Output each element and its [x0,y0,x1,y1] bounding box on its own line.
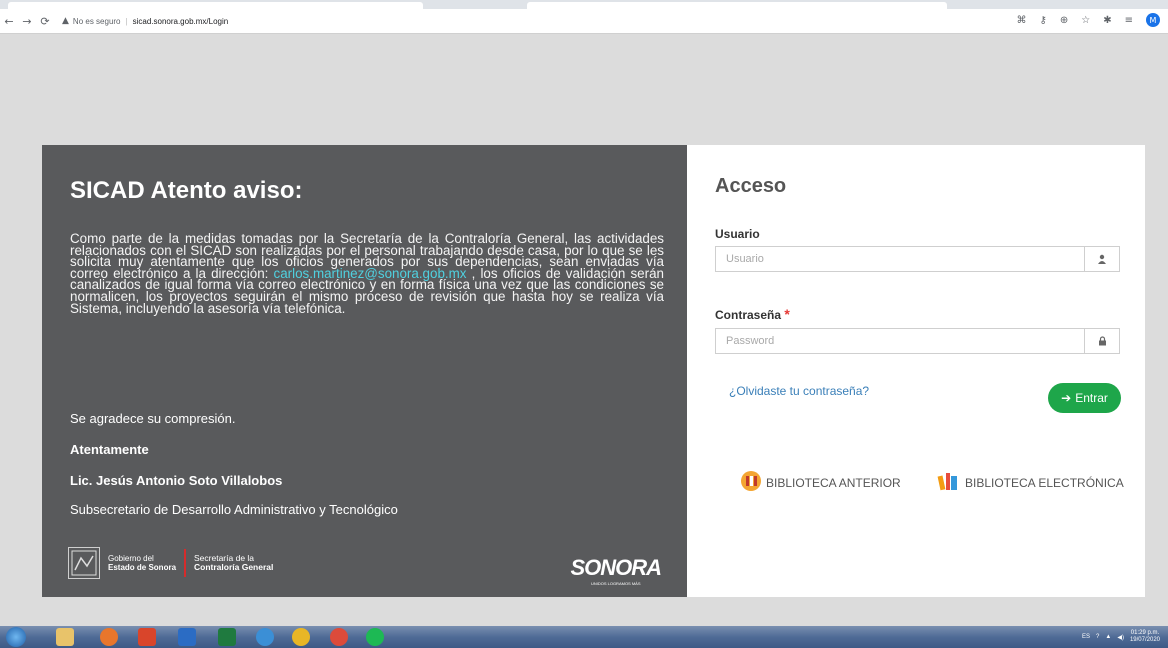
sonora-logo: SONORA UNIDOS LOGRAMOS MÁS [570,555,662,586]
entrar-button[interactable]: ➔ Entrar [1048,383,1121,413]
notice-thanks: Se agradece su compresión. [70,411,236,426]
excel-icon[interactable] [218,628,236,646]
notice-body: Como parte de la medidas tomadas por la … [70,232,664,315]
sonora-wordmark: SONORA [570,555,662,580]
forgot-password-link[interactable]: ¿Olvidaste tu contraseña? [729,384,869,398]
volume-icon[interactable]: ◀) [1117,634,1124,641]
login-title: Acceso [715,175,787,197]
clock[interactable]: 01:29 p.m. 19/07/2020 [1130,630,1160,644]
chrome-icon[interactable] [292,628,310,646]
user-label: Usuario [715,227,760,241]
user-icon [1084,247,1119,271]
password-label: Contraseña * [715,306,790,322]
e-library-icon [937,470,961,495]
toolbar-icons: ⌘ ⚷ ⊕ ☆ ✱ ≡ M [1017,13,1160,27]
url-text: sicad.sonora.gob.mx/Login [132,16,229,26]
start-button[interactable] [6,627,26,647]
government-logo: Gobierno del Estado de Sonora Secretaría… [68,547,273,579]
explorer-icon[interactable] [56,628,74,646]
warning-icon: ▲ [62,16,69,26]
browser-tab-strip [0,0,1168,9]
library-icon [740,470,762,495]
firefox-icon[interactable] [100,628,118,646]
back-icon[interactable]: ← [0,15,18,28]
chrome-active-icon[interactable] [330,628,348,646]
login-panel: Acceso Usuario Contraseña * ¿Olvidaste t… [687,145,1145,597]
sign-in-icon: ➔ [1061,391,1072,405]
word-icon[interactable] [178,628,196,646]
biblioteca-anterior-label: BIBLIOTECA ANTERIOR [766,475,901,490]
clock-date: 19/07/2020 [1129,637,1160,643]
user-field [715,246,1120,272]
required-marker: * [784,306,790,322]
gob-line1: Gobierno del [108,554,154,563]
password-input[interactable] [716,329,1084,353]
notice-signer: Lic. Jesús Antonio Soto Villalobos [70,473,283,488]
biblioteca-electronica-label: BIBLIOTECA ELECTRÓNICA [965,475,1124,490]
lock-icon [1084,329,1119,353]
password-field [715,328,1120,354]
user-input[interactable] [716,247,1084,271]
security-label: No es seguro [72,16,121,26]
biblioteca-anterior-link[interactable]: BIBLIOTECA ANTERIOR [740,470,901,495]
browser-tab[interactable] [8,2,423,9]
biblioteca-electronica-link[interactable]: BIBLIOTECA ELECTRÓNICA [937,470,1124,495]
profile-avatar[interactable]: M [1146,13,1160,27]
reload-icon[interactable]: ⟳ [36,15,54,28]
notice-panel: SICAD Atento aviso: Como parte de la med… [42,145,687,597]
network-icon[interactable]: ▲ [1105,634,1111,640]
ie-icon[interactable] [256,628,274,646]
media-player-icon[interactable] [138,628,156,646]
notice-role: Subsecretario de Desarrollo Administrati… [70,502,398,517]
entrar-label: Entrar [1075,391,1108,405]
sec-line2: Contraloría General [194,562,274,572]
url-divider: | [125,16,128,26]
system-tray: ES ? ▲ ◀) 01:29 p.m. 19/07/2020 [1082,626,1160,648]
notice-title: SICAD Atento aviso: [70,177,303,204]
language-indicator[interactable]: ES [1082,634,1090,640]
help-icon[interactable]: ? [1096,634,1099,640]
gob-line2: Estado de Sonora [108,563,177,572]
notice-regards: Atentamente [70,442,149,457]
forward-icon[interactable]: → [18,15,36,28]
taskbar: ES ? ▲ ◀) 01:29 p.m. 19/07/2020 [0,626,1168,648]
translate-icon[interactable]: ⌘ [1017,15,1027,26]
password-label-text: Contraseña [715,308,782,322]
star-icon[interactable]: ☆ [1081,15,1090,26]
logo-divider [184,549,187,577]
spotify-icon[interactable] [366,628,384,646]
clock-time: 01:29 p.m. [1130,630,1160,636]
reading-list-icon[interactable]: ≡ [1125,15,1133,26]
browser-tab[interactable] [527,2,947,9]
key-icon[interactable]: ⚷ [1040,15,1047,26]
extensions-icon[interactable]: ✱ [1103,15,1111,26]
address-bar: ← → ⟳ ▲ No es seguro | sicad.sonora.gob.… [0,9,1168,34]
zoom-icon[interactable]: ⊕ [1060,15,1068,26]
state-seal-icon [68,547,100,579]
url-field[interactable]: ▲ No es seguro | sicad.sonora.gob.mx/Log… [62,16,228,26]
sonora-tagline: UNIDOS LOGRAMOS MÁS [590,581,641,586]
